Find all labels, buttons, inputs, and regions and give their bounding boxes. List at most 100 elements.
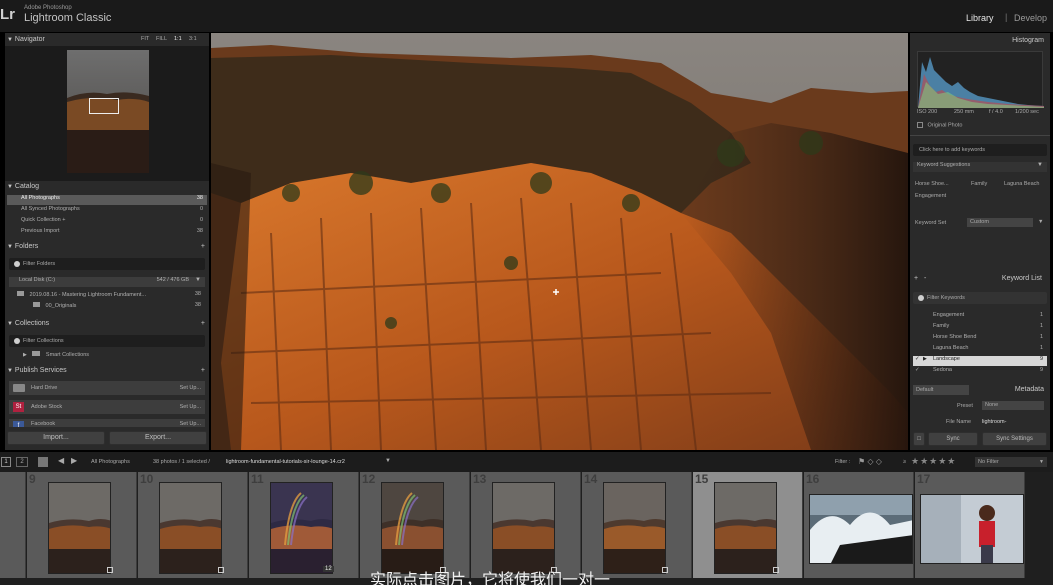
import-button[interactable]: Import... [7, 431, 105, 445]
filmstrip-cell[interactable]: 11 12 [249, 472, 359, 578]
catalog-header[interactable]: ▼ Catalog [7, 181, 207, 193]
flag-filter-icons[interactable]: ⚑ ◇ ◇ [858, 457, 882, 466]
filmstrip-cell[interactable]: 17 [915, 472, 1025, 578]
keyword-item[interactable]: ✓ Sedona 9 [913, 367, 1047, 377]
add-keyword-icon[interactable]: + [914, 275, 918, 282]
folder-item[interactable]: 00_Originals 38 [9, 302, 205, 312]
zoom-fit[interactable]: FIT [141, 36, 149, 42]
module-develop[interactable]: Develop [1014, 13, 1047, 23]
chevron-down-icon[interactable]: ▼ [1038, 219, 1043, 225]
folder-item[interactable]: 2019.08.16 - Mastering Lightroom Fundame… [9, 291, 205, 301]
keyword-item[interactable]: Laguna Beach 1 [913, 345, 1047, 355]
catalog-item-all-photographs[interactable]: All Photographs 38 [7, 195, 207, 205]
filmstrip-cell-partial[interactable] [0, 472, 26, 578]
export-button[interactable]: Export... [109, 431, 207, 445]
filter-collections-input[interactable]: Filter Collections [9, 335, 205, 347]
secondary-window-button[interactable]: 2 [16, 457, 28, 467]
publish-header[interactable]: ▼ Publish Services + [7, 365, 207, 377]
filmstrip-cell[interactable]: 16 [804, 472, 914, 578]
publish-facebook[interactable]: f Facebook Set Up... [9, 419, 205, 427]
keyword-item[interactable]: Family 1 [913, 323, 1047, 333]
suggestion-item[interactable]: Laguna Beach [1004, 181, 1039, 187]
forward-arrow-icon[interactable]: ▶ [71, 456, 77, 465]
keywords-input[interactable]: Click here to add keywords [913, 144, 1047, 156]
collapse-icon[interactable]: ▼ [7, 368, 13, 374]
volume-local-disk[interactable]: Local Disk (C:) 542 / 476 GB ▼ [9, 277, 205, 287]
grid-view-icon[interactable] [38, 457, 48, 467]
preset-select[interactable]: None [982, 401, 1044, 410]
filmstrip-thumbnail[interactable] [920, 494, 1024, 564]
sync-button[interactable]: Sync [928, 432, 978, 446]
folders-header[interactable]: ▼ Folders + [7, 241, 207, 253]
navigator-preview[interactable] [67, 50, 149, 173]
collapse-icon[interactable]: ▼ [7, 184, 13, 190]
filmstrip-thumbnail[interactable] [381, 482, 444, 574]
original-photo-checkbox[interactable]: Original Photo [917, 122, 962, 128]
collections-header[interactable]: ▼ Collections + [7, 318, 207, 330]
histogram-title[interactable]: Histogram [1012, 35, 1044, 47]
current-filename[interactable]: lightroom-fundamental-tutorials-sir-loun… [226, 459, 345, 465]
collapse-icon[interactable]: ▼ [7, 37, 13, 43]
rating-compare[interactable]: ≥ [903, 459, 906, 465]
keyword-set-select[interactable]: Custom [967, 218, 1033, 227]
checkbox[interactable] [917, 122, 923, 128]
publish-hard-drive[interactable]: Hard Drive Set Up... [9, 381, 205, 395]
filmstrip-thumbnail[interactable] [492, 482, 555, 574]
suggestion-item[interactable]: Family [971, 181, 987, 187]
source-label[interactable]: All Photographs [91, 459, 130, 465]
filter-preset-select[interactable]: No Filter ▼ [975, 457, 1047, 467]
catalog-item-synced[interactable]: All Synced Photographs 0 [7, 206, 207, 216]
navigator-viewport[interactable] [89, 98, 119, 114]
back-arrow-icon[interactable]: ◀ [58, 456, 64, 465]
primary-window-button[interactable]: 1 [1, 457, 11, 467]
disclosure-triangle-icon[interactable]: ▶ [23, 352, 27, 358]
suggestion-item[interactable]: Engagement [915, 193, 946, 199]
filmstrip-cell[interactable]: 15 [693, 472, 803, 578]
zoom-3to1[interactable]: 3:1 [189, 36, 197, 42]
filmstrip-cell[interactable]: 9 [27, 472, 137, 578]
checkmark-icon[interactable]: ✓ [915, 367, 920, 373]
sync-settings-button[interactable]: Sync Settings [982, 432, 1047, 446]
chevron-down-icon[interactable]: ▼ [1039, 457, 1044, 467]
filmstrip-cell[interactable]: 13 [471, 472, 581, 578]
chevron-down-icon[interactable]: ▼ [385, 458, 391, 464]
star-rating-filter[interactable]: ★★★★★ [911, 456, 956, 467]
catalog-item-previous-import[interactable]: Previous Import 38 [7, 228, 207, 238]
main-photo-view[interactable] [211, 33, 908, 450]
setup-link[interactable]: Set Up... [180, 400, 201, 414]
keyword-list-header[interactable]: + - Keyword List [914, 273, 1046, 285]
setup-link[interactable]: Set Up... [180, 381, 201, 395]
filmstrip-thumbnail[interactable] [48, 482, 111, 574]
filmstrip-cell[interactable]: 10 [138, 472, 248, 578]
publish-adobe-stock[interactable]: St Adobe Stock Set Up... [9, 400, 205, 414]
catalog-item-quick-collection[interactable]: Quick Collection + 0 [7, 217, 207, 227]
metadata-title[interactable]: Metadata [1015, 384, 1044, 396]
filmstrip-thumbnail[interactable] [603, 482, 666, 574]
collection-item-smart[interactable]: ▶ Smart Collections [9, 351, 205, 361]
setup-link[interactable]: Set Up... [180, 419, 201, 427]
disclosure-triangle-icon[interactable]: ▶ [923, 356, 927, 362]
filmstrip-cell[interactable]: 14 [582, 472, 692, 578]
keyword-item[interactable]: Horse Shoe Bend 1 [913, 334, 1047, 344]
remove-keyword-icon[interactable]: - [924, 275, 926, 282]
sync-toggle[interactable]: □ [913, 432, 925, 446]
filmstrip-thumbnail[interactable] [270, 482, 333, 574]
keyword-item[interactable]: Engagement 1 [913, 312, 1047, 322]
filmstrip-thumbnail[interactable] [714, 482, 777, 574]
module-library[interactable]: Library [966, 13, 994, 23]
filmstrip-cell[interactable]: 12 [360, 472, 470, 578]
stack-badge[interactable]: 12 [323, 566, 334, 572]
add-collection-icon[interactable]: + [201, 318, 205, 330]
metadata-preset-select[interactable]: Default [913, 385, 969, 395]
zoom-1to1[interactable]: 1:1 [174, 36, 182, 42]
zoom-fill[interactable]: FILL [156, 36, 167, 42]
add-publish-icon[interactable]: + [201, 365, 205, 377]
add-folder-icon[interactable]: + [201, 241, 205, 253]
collapse-icon[interactable]: ▼ [7, 321, 13, 327]
filmstrip-thumbnail[interactable] [159, 482, 222, 574]
filter-folders-input[interactable]: Filter Folders [9, 258, 205, 270]
filter-keywords-input[interactable]: Filter Keywords [913, 292, 1047, 304]
filmstrip-thumbnail[interactable] [809, 494, 913, 564]
collapse-icon[interactable]: ▼ [7, 244, 13, 250]
chevron-down-icon[interactable]: ▼ [195, 277, 201, 283]
